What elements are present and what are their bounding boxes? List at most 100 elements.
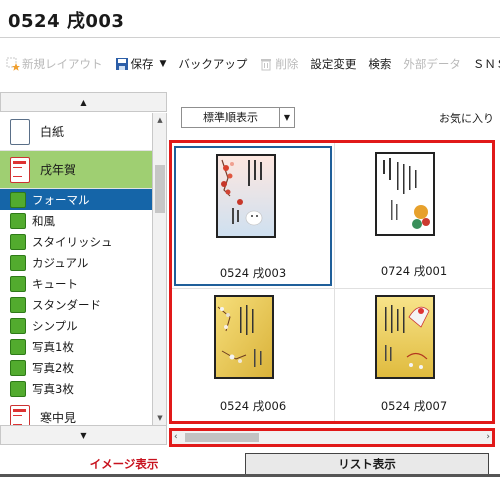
backup-button[interactable]: バックアップ — [172, 50, 253, 78]
tree-item-label: シンプル — [32, 318, 78, 333]
blank-page-icon — [10, 118, 30, 145]
tree-item-stylish[interactable]: スタイリッシュ — [0, 231, 152, 252]
tree-item-formal[interactable]: フォーマル — [0, 189, 152, 210]
thumbnail-card[interactable]: 0724 戌001 — [335, 146, 493, 286]
ornament-card-art — [377, 154, 433, 234]
save-dropdown-icon[interactable]: ▼ — [160, 59, 167, 69]
sidebar-scroll-down-button[interactable]: ▼ — [0, 425, 167, 445]
external-data-button[interactable]: 外部データ — [397, 50, 467, 78]
view-tabs: イメージ表示 リスト表示 — [0, 453, 500, 475]
backup-label: バックアップ — [178, 57, 248, 71]
category-dog-new-year[interactable]: 戌年賀 — [0, 151, 152, 189]
tree-item-photo-3[interactable]: 写真3枚 — [0, 378, 152, 399]
sidebar-scroll-up-button[interactable]: ▲ — [0, 92, 167, 112]
sidebar-vertical-scrollbar[interactable]: ▲ ▼ — [153, 113, 167, 425]
card-preview-image — [375, 152, 435, 236]
scroll-down-arrow-icon[interactable]: ▼ — [153, 411, 167, 425]
tab-list-view[interactable]: リスト表示 — [245, 453, 489, 475]
tree-item-label: スタンダード — [32, 297, 101, 312]
tree-item-standard[interactable]: スタンダード — [0, 294, 152, 315]
new-layout-label: 新規レイアウト — [22, 57, 103, 71]
settings-label: 設定変更 — [310, 57, 357, 71]
thumbnail-card[interactable]: 0524 戌007 — [335, 291, 493, 431]
tree-item-label: 写真3枚 — [32, 381, 74, 396]
tree-item-casual[interactable]: カジュアル — [0, 252, 152, 273]
tree-item-photo-2[interactable]: 写真2枚 — [0, 357, 152, 378]
green-square-icon — [10, 338, 26, 355]
green-square-icon — [10, 317, 26, 334]
scroll-right-arrow-icon[interactable]: › — [486, 431, 490, 444]
tab-image-view[interactable]: イメージ表示 — [6, 453, 242, 475]
sort-order-value: 標準順表示 — [203, 111, 258, 124]
scroll-left-arrow-icon[interactable]: ‹ — [174, 431, 178, 444]
thumbnail-label: 0524 戌003 — [219, 266, 287, 280]
tree-item-photo-1[interactable]: 写真1枚 — [0, 336, 152, 357]
tree-item-cute[interactable]: キュート — [0, 273, 152, 294]
triangle-down-icon: ▼ — [80, 430, 87, 440]
gold-fan-card-art — [377, 297, 433, 377]
delete-label: 削除 — [275, 57, 299, 71]
save-label: 保存 — [130, 57, 154, 71]
card-preview-image — [375, 295, 435, 379]
green-square-icon — [10, 212, 26, 229]
category-blank[interactable]: 白紙 — [0, 113, 152, 151]
horizontal-scrollbar[interactable]: ‹ › — [169, 428, 495, 447]
category-winter-greeting[interactable]: 寒中見 — [0, 399, 152, 425]
save-icon — [115, 58, 128, 70]
thumbnail-label: 0724 戌001 — [380, 264, 448, 278]
tree-item-label: スタイリッシュ — [32, 234, 113, 249]
plum-blossom-card-art — [218, 156, 274, 236]
card-preview-image — [214, 295, 274, 379]
card-preview-image — [216, 154, 276, 238]
tree-item-label: キュート — [32, 276, 78, 291]
tree-item-japanese[interactable]: 和風 — [0, 210, 152, 231]
green-square-icon — [10, 380, 26, 397]
tree-item-simple[interactable]: シンプル — [0, 315, 152, 336]
gold-plum-card-art — [216, 297, 272, 377]
delete-button[interactable]: 削除 — [253, 50, 304, 78]
sns-button[interactable]: ＳＮＳ ▼ — [467, 50, 500, 78]
title-bar: 0524 戌003 — [0, 0, 500, 38]
new-layout-button[interactable]: 新規レイアウト — [0, 50, 109, 78]
tree-item-label: カジュアル — [32, 255, 89, 270]
thumbnail-grid: 0524 戌003 0724 戌001 0524 戌006 0524 戌007 — [169, 140, 495, 424]
thumbnail-label: 0524 戌007 — [380, 399, 448, 413]
card-template-icon — [10, 156, 30, 183]
green-square-icon — [10, 275, 26, 292]
category-label: 寒中見 — [40, 411, 77, 425]
category-label: 戌年賀 — [40, 163, 77, 177]
thumbnail-card[interactable]: 0524 戌006 — [174, 291, 332, 431]
search-label: 検索 — [368, 57, 392, 71]
tree-item-label: 写真1枚 — [32, 339, 74, 354]
tree-item-label: 和風 — [32, 213, 55, 228]
settings-button[interactable]: 設定変更 — [304, 50, 362, 78]
window-title: 0524 戌003 — [8, 11, 125, 32]
grid-divider — [172, 288, 492, 289]
trash-icon — [261, 59, 272, 71]
favorites-link[interactable]: お気に入り — [439, 110, 494, 126]
green-square-icon — [10, 191, 26, 208]
sort-order-select[interactable]: 標準順表示 ▼ — [181, 107, 295, 128]
chevron-down-icon[interactable]: ▼ — [279, 108, 294, 127]
new-layout-icon — [6, 57, 20, 71]
search-button[interactable]: 検索 — [362, 50, 397, 78]
green-square-icon — [10, 254, 26, 271]
green-square-icon — [10, 296, 26, 313]
tree-item-label: フォーマル — [32, 192, 90, 207]
card-template-icon — [10, 404, 30, 425]
category-tree: 白紙 戌年賀 フォーマル 和風 スタイリッシュ カジュアル キュート スタンダー… — [0, 113, 153, 425]
thumbnail-card[interactable]: 0524 戌003 — [174, 146, 332, 286]
external-data-label: 外部データ — [403, 57, 461, 71]
tab-baseline — [0, 474, 500, 477]
scroll-up-arrow-icon[interactable]: ▲ — [153, 113, 167, 127]
green-square-icon — [10, 233, 26, 250]
toolbar: 新規レイアウト 保存 ▼ バックアップ 削除 設定変更 検索 外部データ ＳＮＳ… — [0, 50, 500, 78]
category-label: 白紙 — [40, 125, 65, 139]
thumbnail-label: 0524 戌006 — [219, 399, 287, 413]
scrollbar-thumb[interactable] — [185, 433, 259, 442]
sns-label: ＳＮＳ — [472, 57, 500, 71]
green-square-icon — [10, 359, 26, 376]
scrollbar-thumb[interactable] — [155, 165, 165, 213]
triangle-up-icon: ▲ — [80, 97, 87, 107]
save-button[interactable]: 保存 ▼ — [109, 50, 173, 78]
